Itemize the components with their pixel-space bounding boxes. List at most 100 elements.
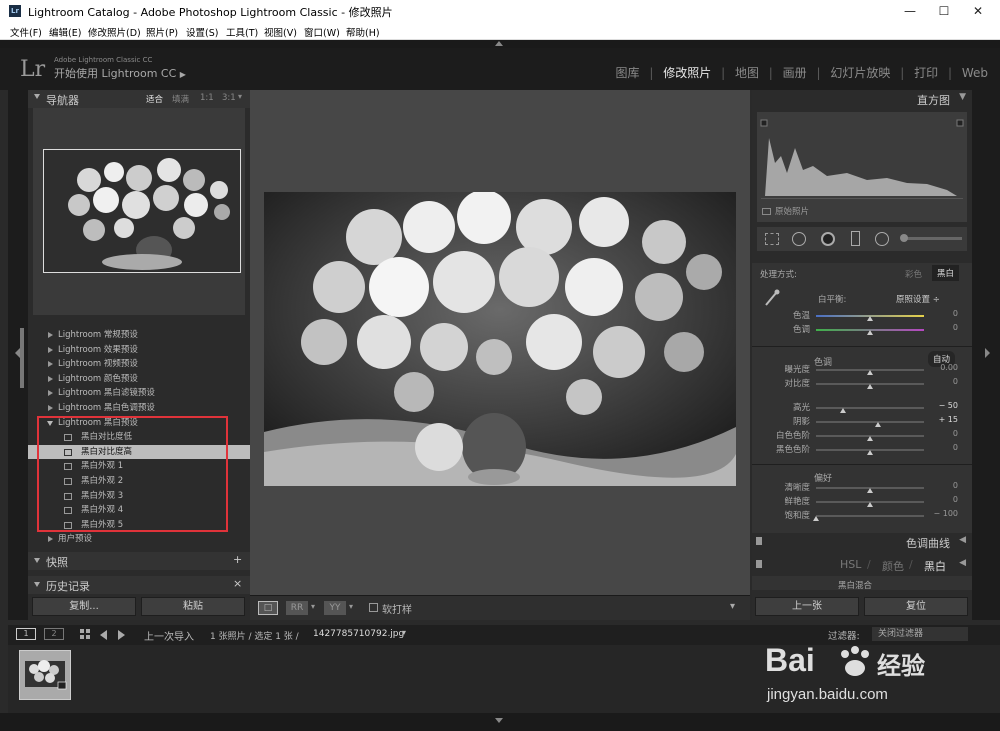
spot-removal-icon[interactable]	[792, 232, 806, 246]
slider-track[interactable]	[816, 515, 924, 517]
copy-button[interactable]: 复制...	[32, 597, 136, 616]
menu-view[interactable]: 视图(V)	[264, 25, 297, 39]
filter-dropdown[interactable]: 关闭过滤器	[872, 627, 968, 641]
slider-track[interactable]	[816, 407, 924, 409]
menu-photo[interactable]: 照片(P)	[146, 25, 178, 39]
add-snapshot-icon[interactable]: +	[233, 553, 242, 566]
wb-dropdown[interactable]: 原照设置 ÷	[896, 293, 940, 305]
clear-history-icon[interactable]: ×	[233, 577, 242, 590]
left-panel-toggle[interactable]	[8, 90, 28, 620]
reset-button[interactable]: 复位	[864, 597, 968, 616]
navigator-header[interactable]: 导航器 适合 填满 1:1 3:1 ▾	[28, 90, 250, 108]
filmstrip-thumbnail[interactable]	[19, 650, 71, 700]
slider-value[interactable]: − 50	[928, 401, 958, 410]
slider-value[interactable]: 0	[928, 377, 958, 386]
before-after-button[interactable]: RR	[286, 601, 308, 615]
brush-slider[interactable]	[902, 237, 962, 240]
secondary-window-button[interactable]: 2	[44, 628, 64, 640]
collapse-down-icon[interactable]	[495, 718, 503, 723]
maximize-button[interactable]: ☐	[928, 0, 960, 22]
yy-view-button[interactable]: YY	[324, 601, 346, 615]
history-header[interactable]: 历史记录 ×	[28, 576, 250, 594]
slider-knob[interactable]	[867, 502, 873, 507]
preset-folder[interactable]: Lightroom 效果预设	[28, 343, 250, 358]
paste-button[interactable]: 粘贴	[141, 597, 245, 616]
color-tab[interactable]: 颜色	[882, 558, 904, 574]
preset-folder[interactable]: Lightroom 黑白滤镜预设	[28, 386, 250, 401]
snapshots-header[interactable]: 快照 +	[28, 552, 250, 570]
slider-value[interactable]: 0	[928, 429, 958, 438]
panel-switch-icon[interactable]	[756, 537, 762, 545]
eyedropper-icon[interactable]	[764, 289, 780, 306]
slider-value[interactable]: 0	[928, 495, 958, 504]
treatment-color-button[interactable]: 彩色	[905, 268, 922, 280]
zoom-menu-icon[interactable]: ▾	[238, 92, 242, 101]
module-library[interactable]: 图库	[616, 66, 640, 80]
module-develop[interactable]: 修改照片	[663, 66, 711, 80]
slider-knob[interactable]	[867, 450, 873, 455]
slider-value[interactable]: 0	[928, 481, 958, 490]
slider-value[interactable]: − 100	[928, 509, 958, 518]
slider-knob[interactable]	[874, 422, 881, 427]
right-panel-toggle[interactable]	[972, 90, 1000, 620]
collapse-icon[interactable]: ◀	[959, 558, 966, 568]
zoom-1-1[interactable]: 1:1	[200, 93, 214, 103]
menu-develop[interactable]: 修改照片(D)	[88, 25, 141, 39]
bw-tab[interactable]: 黑白	[924, 558, 946, 574]
collapse-icon[interactable]: ▼	[959, 92, 966, 102]
scrollbar-thumb[interactable]	[20, 328, 24, 388]
previous-button[interactable]: 上一张	[755, 597, 859, 616]
before-after-dropdown-icon[interactable]: ▾	[311, 602, 315, 611]
forward-arrow-icon[interactable]	[118, 630, 125, 640]
top-panel-toggle-strip[interactable]	[0, 40, 1000, 48]
module-book[interactable]: 画册	[783, 66, 807, 80]
hsl-header[interactable]: HSL / 颜色 / 黑白 ◀	[752, 556, 972, 574]
menu-window[interactable]: 窗口(W)	[304, 25, 340, 39]
yy-dropdown-icon[interactable]: ▾	[349, 602, 353, 611]
redeye-icon[interactable]	[821, 232, 835, 246]
minimize-button[interactable]: —	[894, 0, 926, 22]
slider-knob[interactable]	[813, 516, 819, 521]
toolbar-menu-icon[interactable]: ▾	[730, 601, 735, 612]
treatment-bw-button[interactable]: 黑白	[932, 265, 960, 281]
slider-knob[interactable]	[867, 384, 873, 389]
module-print[interactable]: 打印	[914, 66, 938, 80]
tone-curve-header[interactable]: 色调曲线 ◀	[752, 533, 972, 551]
menu-help[interactable]: 帮助(H)	[346, 25, 380, 39]
softproof-checkbox[interactable]	[369, 603, 378, 612]
slider-knob[interactable]	[867, 316, 873, 321]
primary-window-button[interactable]: 1	[16, 628, 36, 640]
slider-knob[interactable]	[867, 436, 873, 441]
panel-switch-icon[interactable]	[756, 560, 762, 568]
slider-value[interactable]: 0	[928, 443, 958, 452]
filename-dropdown-icon[interactable]: ▾	[402, 628, 406, 637]
preset-folder[interactable]: Lightroom 常规预设	[28, 328, 250, 343]
adjustment-brush-icon[interactable]	[900, 234, 908, 242]
slider-knob[interactable]	[867, 488, 873, 493]
module-map[interactable]: 地图	[735, 66, 759, 80]
histogram-header[interactable]: 直方图 ▼	[752, 90, 972, 108]
slider-knob[interactable]	[840, 408, 846, 413]
slider-value[interactable]: 0	[928, 323, 958, 332]
menu-tools[interactable]: 工具(T)	[226, 25, 258, 39]
menu-settings[interactable]: 设置(S)	[186, 25, 218, 39]
grid-view-icon[interactable]	[80, 629, 91, 640]
hsl-tab[interactable]: HSL	[840, 558, 861, 571]
crop-tool-icon[interactable]	[765, 233, 779, 245]
zoom-3-1[interactable]: 3:1	[222, 93, 236, 103]
loupe-view[interactable]	[250, 90, 750, 595]
zoom-fit[interactable]: 适合	[146, 93, 163, 105]
preset-folder[interactable]: 用户预设	[28, 532, 250, 547]
navigator-preview[interactable]	[33, 108, 245, 315]
bottom-panel-toggle-strip[interactable]	[0, 713, 1000, 731]
slider-knob[interactable]	[867, 370, 873, 375]
graduated-filter-icon[interactable]	[851, 231, 860, 246]
slider-track[interactable]	[816, 421, 924, 423]
histogram-box[interactable]: 原始照片	[757, 112, 967, 222]
collapse-right-icon[interactable]	[985, 348, 990, 358]
preset-folder[interactable]: Lightroom 视频预设	[28, 357, 250, 372]
preset-folder[interactable]: Lightroom 颜色预设	[28, 372, 250, 387]
menu-edit[interactable]: 编辑(E)	[49, 25, 81, 39]
module-slideshow[interactable]: 幻灯片放映	[830, 66, 890, 80]
slider-value[interactable]: + 15	[928, 415, 958, 424]
